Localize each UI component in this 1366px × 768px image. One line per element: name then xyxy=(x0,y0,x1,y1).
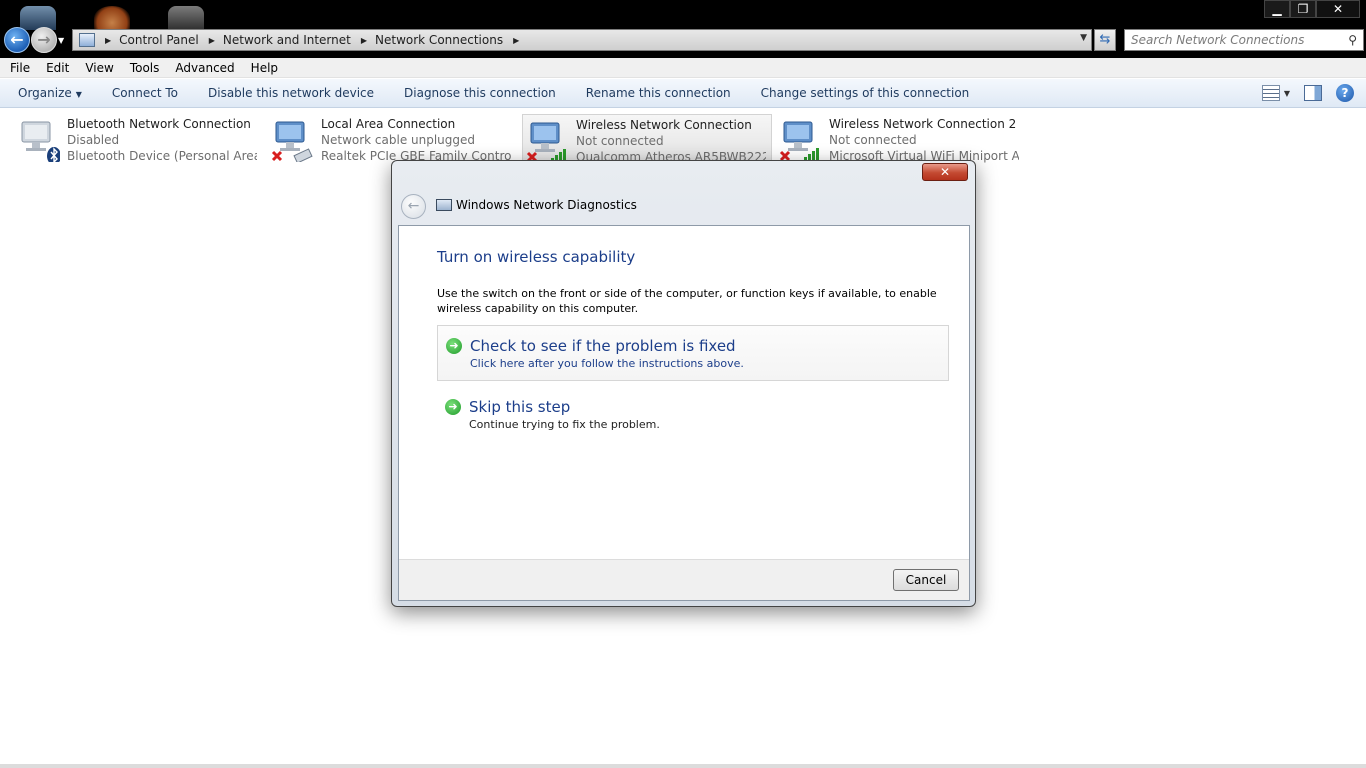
search-input[interactable] xyxy=(1125,30,1335,50)
control-panel-icon xyxy=(79,33,95,47)
network-diagnostics-dialog: ✕ ← Windows Network Diagnostics Turn on … xyxy=(391,160,976,607)
search-box[interactable]: ⚲ xyxy=(1124,29,1364,51)
dialog-footer: Cancel xyxy=(399,559,969,600)
window-controls: ▁ ❐ ✕ xyxy=(1264,0,1360,18)
menu-view[interactable]: View xyxy=(77,61,121,75)
organize-button[interactable]: Organize ▼ xyxy=(0,86,97,100)
diagnostics-app-icon xyxy=(436,199,452,211)
connection-wireless-2[interactable]: Wireless Network Connection 2 Not connec… xyxy=(776,114,1026,166)
close-button[interactable]: ✕ xyxy=(1316,0,1360,18)
recent-pages-dropdown[interactable]: ▼ xyxy=(58,36,64,45)
connection-name: Bluetooth Network Connection xyxy=(67,117,251,131)
menu-bar: File Edit View Tools Advanced Help xyxy=(0,58,1366,78)
minimize-button[interactable]: ▁ xyxy=(1264,0,1290,18)
menu-advanced[interactable]: Advanced xyxy=(167,61,242,75)
dialog-instructions: Use the switch on the front or side of t… xyxy=(437,287,937,315)
connection-status: Network cable unplugged xyxy=(321,133,476,147)
option-title: Check to see if the problem is fixed xyxy=(470,337,736,355)
back-button[interactable]: ← xyxy=(4,27,30,53)
restore-button[interactable]: ❐ xyxy=(1290,0,1316,18)
connection-bluetooth[interactable]: Bluetooth Network Connection Disabled Bl… xyxy=(14,114,264,166)
connection-local-area[interactable]: Local Area Connection Network cable unpl… xyxy=(268,114,518,166)
connection-wireless[interactable]: Wireless Network Connection Not connecte… xyxy=(522,114,772,166)
dialog-close-button[interactable]: ✕ xyxy=(922,163,968,181)
disable-device-button[interactable]: Disable this network device xyxy=(193,86,389,100)
breadcrumb-separator-icon[interactable]: ▶ xyxy=(361,36,367,45)
connection-text: Local Area Connection Network cable unpl… xyxy=(321,116,511,164)
connection-status: Disabled xyxy=(67,133,120,147)
connect-to-button[interactable]: Connect To xyxy=(97,86,193,100)
connection-text: Wireless Network Connection Not connecte… xyxy=(576,117,766,165)
dialog-heading: Turn on wireless capability xyxy=(437,248,636,266)
rename-connection-button[interactable]: Rename this connection xyxy=(571,86,746,100)
option-subtitle: Click here after you follow the instruct… xyxy=(470,357,744,370)
connection-status: Not connected xyxy=(829,133,917,147)
connection-text: Wireless Network Connection 2 Not connec… xyxy=(829,116,1019,164)
breadcrumb-network-and-internet[interactable]: Network and Internet xyxy=(223,33,351,47)
cancel-button[interactable]: Cancel xyxy=(893,569,959,591)
breadcrumb-separator-icon[interactable]: ▶ xyxy=(105,36,111,45)
check-problem-fixed-option[interactable]: ➜ Check to see if the problem is fixed C… xyxy=(437,325,949,381)
connection-device: Bluetooth Device (Personal Area ... xyxy=(67,149,257,163)
dialog-title: Windows Network Diagnostics xyxy=(456,198,637,212)
option-subtitle: Continue trying to fix the problem. xyxy=(469,418,660,431)
help-icon[interactable]: ? xyxy=(1336,84,1354,102)
connection-name: Wireless Network Connection 2 xyxy=(829,117,1017,131)
connection-name: Wireless Network Connection xyxy=(576,118,752,132)
change-view-icon[interactable] xyxy=(1261,85,1280,101)
view-options-chevron-icon[interactable]: ▼ xyxy=(1284,89,1290,98)
refresh-button[interactable]: ⇆ xyxy=(1094,29,1116,51)
green-arrow-icon: ➜ xyxy=(445,399,461,415)
change-settings-button[interactable]: Change settings of this connection xyxy=(746,86,985,100)
command-bar: Organize ▼ Connect To Disable this networ… xyxy=(0,79,1366,108)
command-bar-tools: ▼ ? xyxy=(1261,84,1354,102)
green-arrow-icon: ➜ xyxy=(446,338,462,354)
breadcrumb-separator-icon[interactable]: ▶ xyxy=(513,36,519,45)
menu-help[interactable]: Help xyxy=(243,61,286,75)
dialog-body: Turn on wireless capability Use the swit… xyxy=(398,225,970,601)
navigation-row: ← → ▼ ▶ Control Panel ▶ Network and Inte… xyxy=(0,24,1366,54)
address-dropdown-icon[interactable]: ▼ xyxy=(1080,33,1087,43)
connection-name: Local Area Connection xyxy=(321,117,456,131)
search-icon[interactable]: ⚲ xyxy=(1348,33,1357,47)
skip-step-option[interactable]: ➜ Skip this step Continue trying to fix … xyxy=(437,387,949,443)
dialog-back-button[interactable]: ← xyxy=(401,194,426,219)
wifi-signal-icon xyxy=(526,122,566,163)
chevron-down-icon: ▼ xyxy=(75,90,82,99)
menu-file[interactable]: File xyxy=(0,61,38,75)
breadcrumb-separator-icon[interactable]: ▶ xyxy=(209,36,215,45)
window-title-bar: ▁ ❐ ✕ ← → ▼ ▶ Control Panel ▶ Network an… xyxy=(0,0,1366,58)
breadcrumb-control-panel[interactable]: Control Panel xyxy=(119,33,199,47)
connection-status: Not connected xyxy=(576,134,664,148)
option-title: Skip this step xyxy=(469,398,571,416)
connection-text: Bluetooth Network Connection Disabled Bl… xyxy=(67,116,257,164)
ethernet-icon xyxy=(271,121,313,162)
bluetooth-icon xyxy=(21,121,60,162)
address-bar[interactable]: ▶ Control Panel ▶ Network and Internet ▶… xyxy=(72,29,1092,51)
menu-tools[interactable]: Tools xyxy=(122,61,168,75)
breadcrumb-network-connections[interactable]: Network Connections xyxy=(375,33,503,47)
organize-label: Organize xyxy=(18,86,72,100)
bottom-edge xyxy=(0,764,1366,768)
wifi-signal-icon xyxy=(779,121,819,162)
preview-pane-icon[interactable] xyxy=(1304,85,1322,101)
menu-edit[interactable]: Edit xyxy=(38,61,77,75)
forward-button[interactable]: → xyxy=(31,27,57,53)
diagnose-connection-button[interactable]: Diagnose this connection xyxy=(389,86,571,100)
